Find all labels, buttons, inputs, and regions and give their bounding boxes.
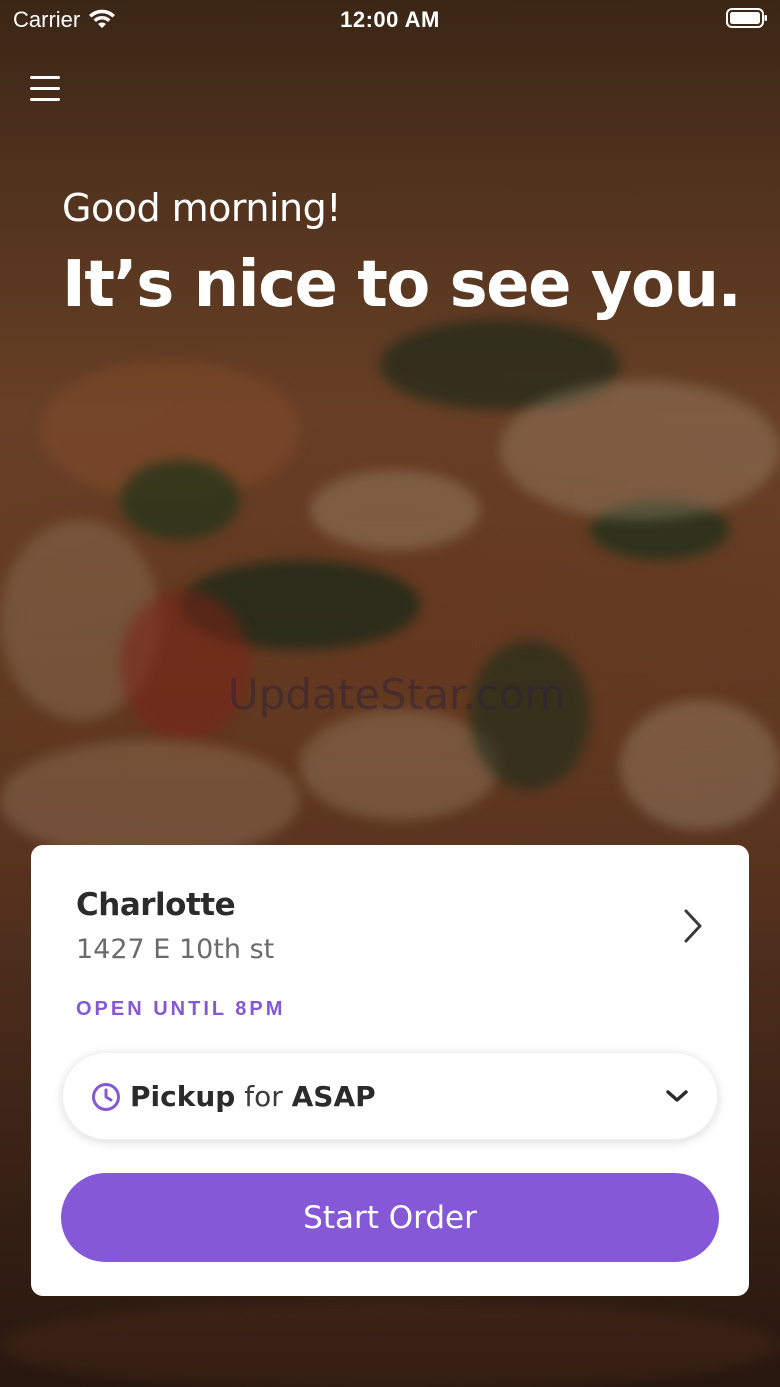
battery-icon — [726, 8, 767, 28]
greeting-text: Good morning! — [62, 186, 341, 230]
order-connector: for — [244, 1080, 283, 1113]
chevron-right-icon — [684, 909, 702, 943]
store-location-row[interactable]: Charlotte 1427 E 10th st — [31, 845, 749, 985]
order-time: ASAP — [291, 1080, 376, 1113]
status-time: 12:00 AM — [340, 7, 440, 32]
start-order-button[interactable]: Start Order — [61, 1173, 719, 1262]
chevron-down-icon — [666, 1090, 688, 1102]
hamburger-menu-icon[interactable] — [28, 74, 62, 104]
store-name: Charlotte — [76, 887, 236, 923]
clock-icon — [92, 1083, 120, 1111]
order-method: Pickup — [130, 1080, 236, 1113]
pickup-summary: Pickup for ASAP — [130, 1080, 376, 1113]
store-address: 1427 E 10th st — [76, 934, 275, 965]
status-bar: Carrier 12:00 AM — [0, 0, 780, 40]
location-card: Charlotte 1427 E 10th st OPEN UNTIL 8PM … — [31, 845, 749, 1296]
pickup-time-selector[interactable]: Pickup for ASAP — [62, 1052, 718, 1140]
welcome-headline: It’s nice to see you. — [62, 248, 742, 322]
watermark-text: UpdateStar.com — [228, 670, 566, 719]
store-hours-badge: OPEN UNTIL 8PM — [76, 998, 286, 1020]
